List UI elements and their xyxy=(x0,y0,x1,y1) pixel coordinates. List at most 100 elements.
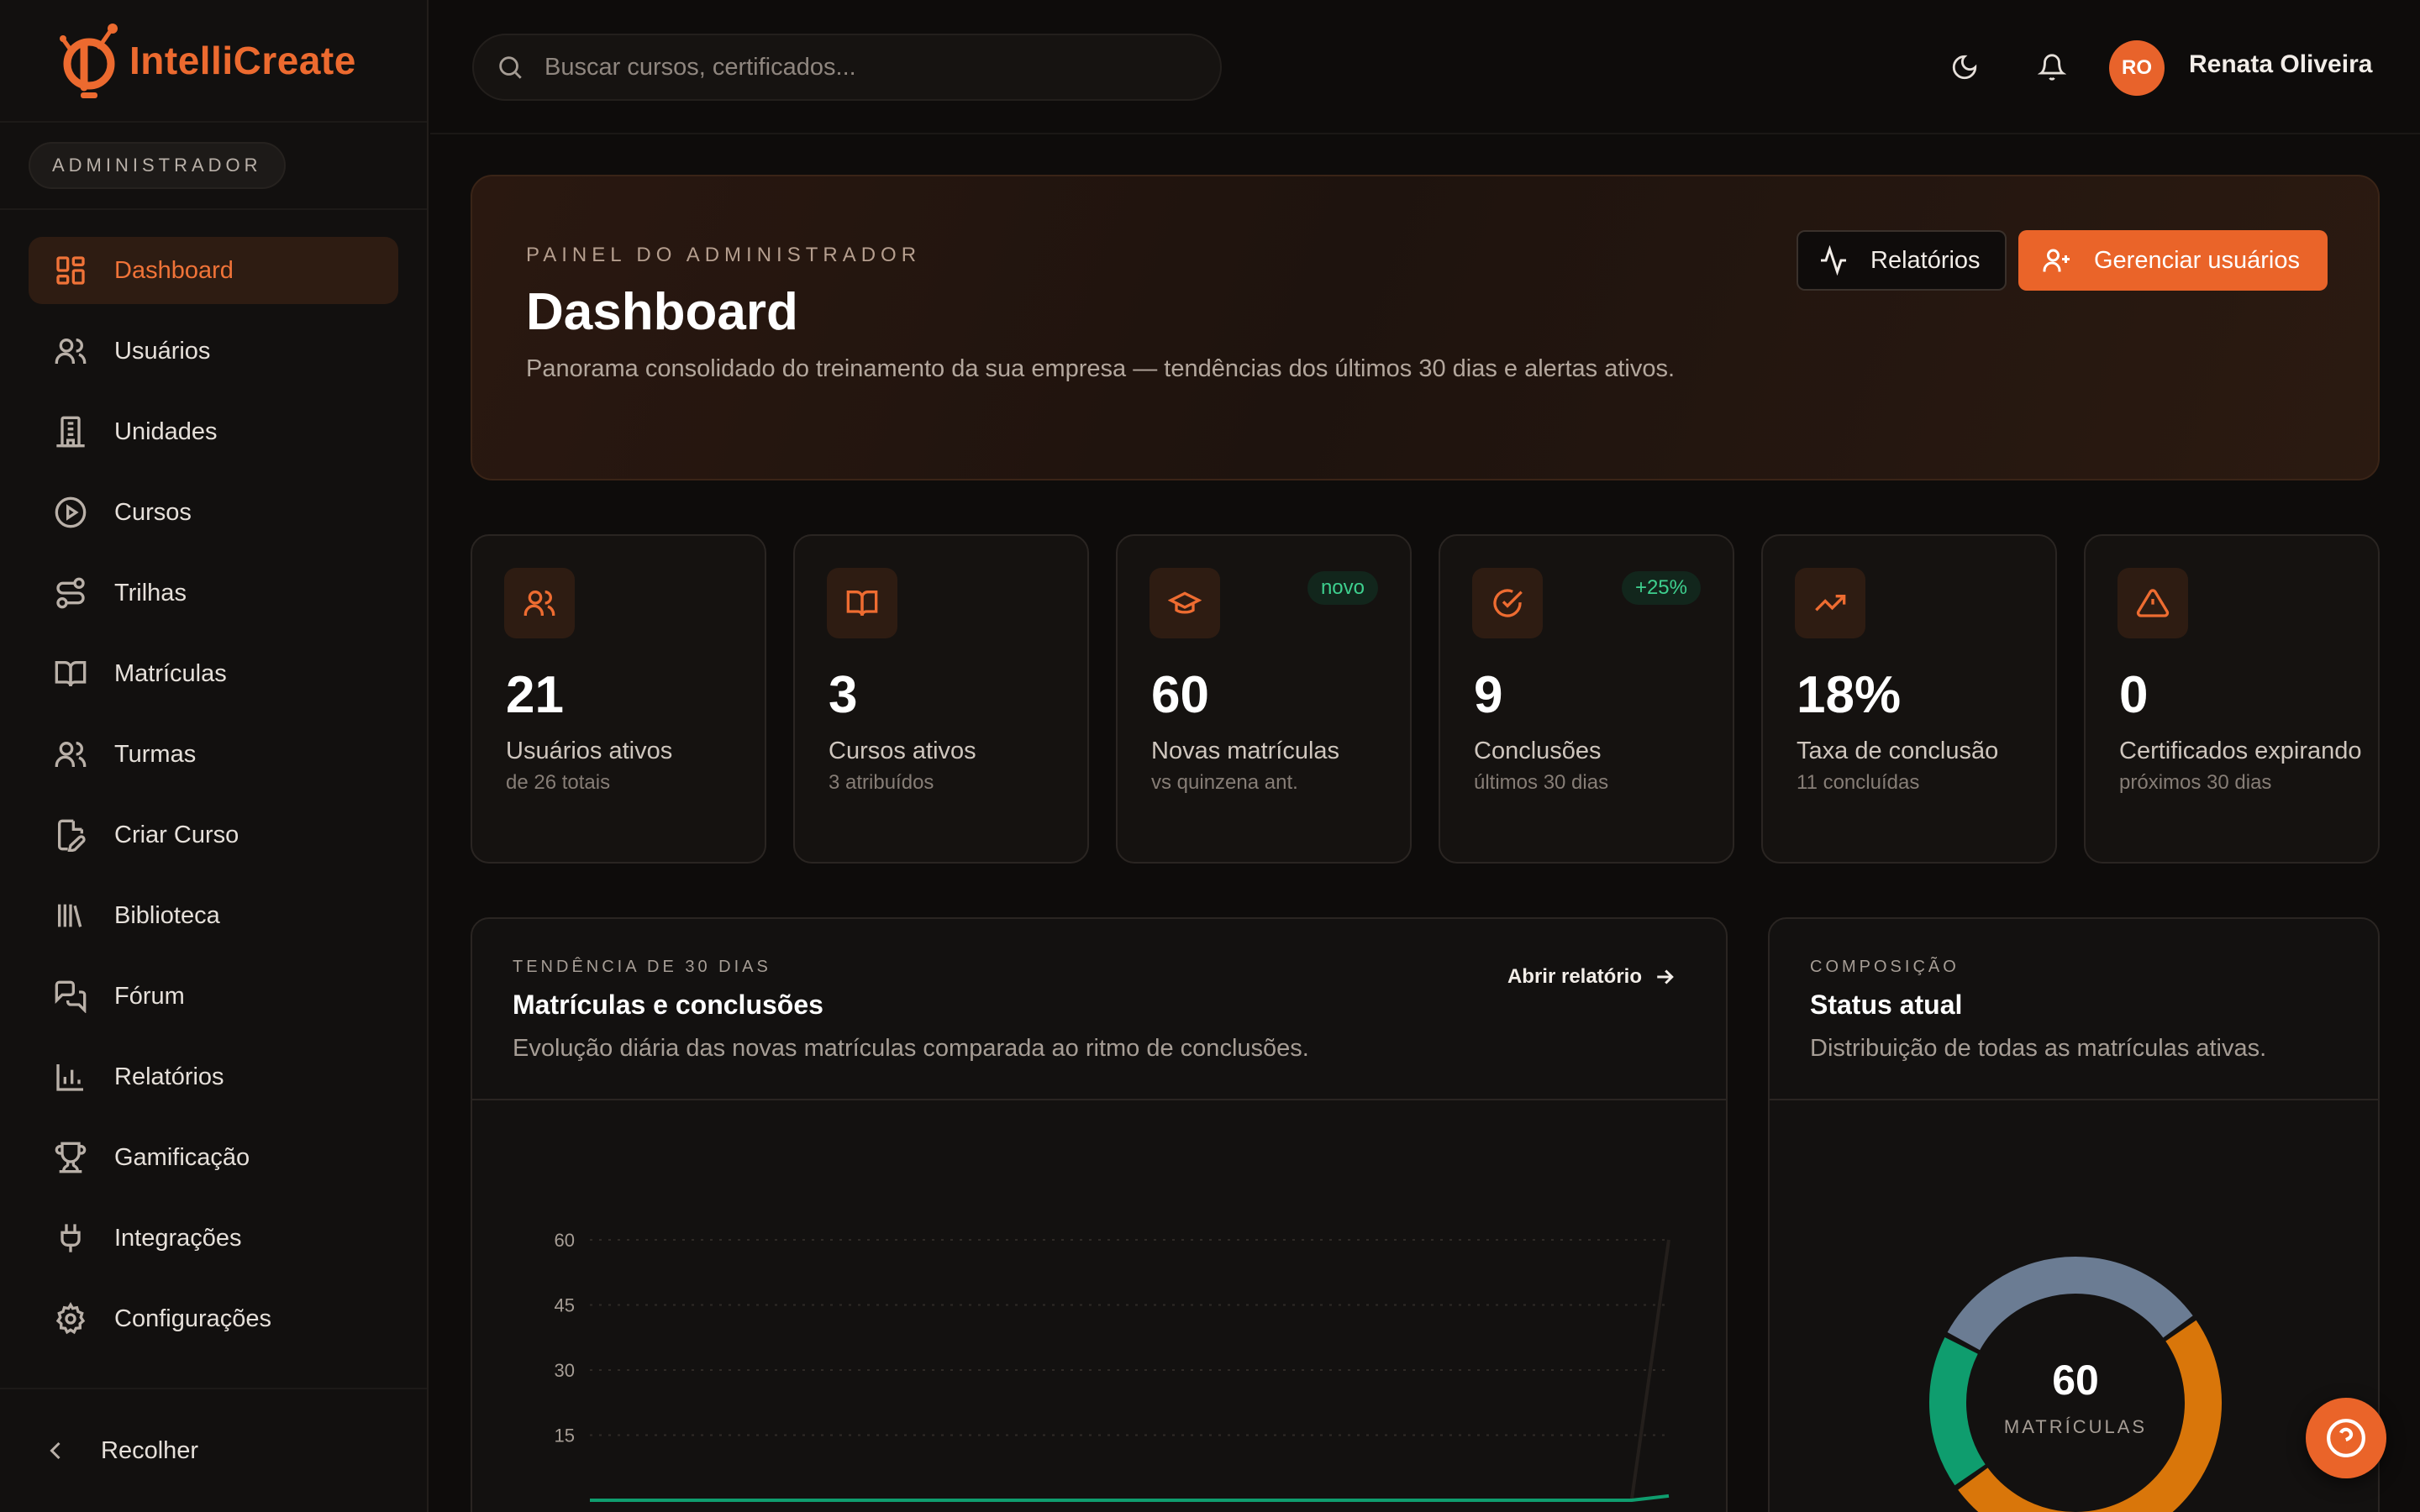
chevron-left-icon xyxy=(50,1441,60,1460)
open-report-label: Abrir relatório xyxy=(1507,965,1642,988)
stat-badge: novo xyxy=(1307,571,1378,605)
status-donut-chart: 60 MATRÍCULAS xyxy=(1929,1256,2222,1512)
plug-icon xyxy=(60,1224,81,1252)
trend-description: Evolução diária das novas matrículas com… xyxy=(513,1035,1309,1062)
y-tick-label: 45 xyxy=(555,1295,575,1316)
sidebar-item-integracoes[interactable]: Integrações xyxy=(29,1205,398,1272)
stat-card-conclusoes[interactable]: +25% 9 Conclusões últimos 30 dias xyxy=(1439,534,1734,864)
sidebar-item-forum[interactable]: Fórum xyxy=(29,963,398,1030)
check-circle-icon xyxy=(1493,589,1523,617)
open-report-link[interactable]: Abrir relatório xyxy=(1507,964,1677,990)
reports-button[interactable]: Relatórios xyxy=(1797,230,2007,291)
stat-label-block: Usuários ativos de 26 totais xyxy=(506,734,750,798)
library-icon xyxy=(58,904,82,927)
manage-users-button-label: Gerenciar usuários xyxy=(2094,246,2300,274)
sidebar-item-usuarios[interactable]: Usuários xyxy=(29,318,398,385)
graduation-cap-icon xyxy=(1168,591,1202,614)
stat-label: Usuários ativos xyxy=(506,738,673,764)
topbar: RO Renata Oliveira xyxy=(430,0,2420,134)
stat-icon-box xyxy=(1472,568,1543,638)
sidebar-item-trilhas[interactable]: Trilhas xyxy=(29,559,398,627)
search-box[interactable] xyxy=(472,34,1222,101)
stat-label-block: Taxa de conclusão 11 concluídas xyxy=(1797,734,2040,798)
stat-icon-box xyxy=(1150,568,1220,638)
stat-subtext: vs quinzena ant. xyxy=(1151,771,1298,794)
messages-icon xyxy=(55,980,87,1013)
stat-label: Novas matrículas xyxy=(1151,738,1340,764)
stat-icon-box xyxy=(2118,568,2188,638)
sidebar-item-unidades[interactable]: Unidades xyxy=(29,398,398,465)
y-tick-label: 60 xyxy=(555,1230,575,1251)
y-tick-label: 15 xyxy=(555,1425,575,1446)
role-section: ADMINISTRADOR xyxy=(0,123,427,210)
stat-card-usuarios[interactable]: 21 Usuários ativos de 26 totais xyxy=(471,534,766,864)
stat-card-cursos[interactable]: 3 Cursos ativos 3 atribuídos xyxy=(793,534,1089,864)
trending-up-icon xyxy=(1815,595,1846,612)
brand[interactable]: IntelliCreate xyxy=(0,0,427,123)
user-plus-icon xyxy=(2043,249,2070,272)
sidebar-item-turmas[interactable]: Turmas xyxy=(29,721,398,788)
stat-label-block: Certificados expirando próximos 30 dias xyxy=(2119,734,2363,798)
stat-card-matriculas[interactable]: novo 60 Novas matrículas vs quinzena ant… xyxy=(1116,534,1412,864)
arrow-right-icon xyxy=(1657,969,1674,984)
avatar[interactable]: RO xyxy=(2109,40,2165,96)
stat-label: Certificados expirando xyxy=(2119,738,2362,764)
sidebar-item-label: Criar Curso xyxy=(114,821,239,848)
trend-line-chart: 15 30 45 60 xyxy=(555,1230,1670,1502)
hero-banner: PAINEL DO ADMINISTRADOR Dashboard Panora… xyxy=(471,175,2380,480)
help-circle-icon xyxy=(2327,1419,2365,1457)
stat-card-taxa[interactable]: 18% Taxa de conclusão 11 concluídas xyxy=(1761,534,2057,864)
page-title: Dashboard xyxy=(526,283,798,341)
users-icon xyxy=(55,339,87,364)
dashboard-icon xyxy=(56,256,85,285)
donut-center-label: MATRÍCULAS xyxy=(2004,1416,2147,1437)
sidebar-item-dashboard[interactable]: Dashboard xyxy=(29,237,398,304)
stat-icon-box xyxy=(504,568,575,638)
sidebar-item-configuracoes[interactable]: Configurações xyxy=(29,1285,398,1352)
notifications-button[interactable] xyxy=(2028,44,2075,91)
moon-icon xyxy=(1952,55,1977,80)
y-tick-label: 30 xyxy=(555,1360,575,1381)
sidebar-item-label: Biblioteca xyxy=(114,901,220,929)
trend-kicker: TENDÊNCIA DE 30 DIAS xyxy=(513,958,771,976)
donut-center-value: 60 xyxy=(2052,1357,2099,1404)
brand-logo-icon xyxy=(60,24,118,98)
stat-label: Taxa de conclusão xyxy=(1797,738,1999,764)
stat-card-certificados[interactable]: 0 Certificados expirando próximos 30 dia… xyxy=(2084,534,2380,864)
book-open-icon xyxy=(55,661,87,687)
role-badge: ADMINISTRADOR xyxy=(29,142,286,189)
status-panel: COMPOSIÇÃO Status atual Distribuição de … xyxy=(1768,917,2380,1512)
stat-label: Cursos ativos xyxy=(829,738,976,764)
trophy-icon xyxy=(55,1142,87,1173)
search-input[interactable] xyxy=(544,53,1183,81)
manage-users-button[interactable]: Gerenciar usuários xyxy=(2018,230,2328,291)
reports-button-label: Relatórios xyxy=(1870,246,1981,274)
status-kicker: COMPOSIÇÃO xyxy=(1810,958,1960,976)
sidebar-item-gamificacao[interactable]: Gamificação xyxy=(29,1124,398,1191)
stat-value: 60 xyxy=(1151,666,1209,724)
user-name[interactable]: Renata Oliveira xyxy=(2189,50,2372,79)
status-description: Distribuição de todas as matrículas ativ… xyxy=(1810,1035,2267,1062)
book-open-icon xyxy=(846,591,878,617)
sidebar-item-criar-curso[interactable]: Criar Curso xyxy=(29,801,398,869)
building-icon xyxy=(56,416,85,448)
file-edit-icon xyxy=(58,819,86,852)
help-button[interactable] xyxy=(2306,1398,2386,1478)
users-icon xyxy=(523,591,555,616)
sidebar-item-label: Integrações xyxy=(114,1224,242,1252)
stat-subtext: de 26 totais xyxy=(506,771,611,794)
sidebar-item-matriculas[interactable]: Matrículas xyxy=(29,640,398,707)
sidebar-item-label: Configurações xyxy=(114,1305,271,1332)
stat-label-block: Conclusões últimos 30 dias xyxy=(1474,734,1718,798)
theme-toggle-button[interactable] xyxy=(1941,44,1988,91)
sidebar-item-relatorios[interactable]: Relatórios xyxy=(29,1043,398,1110)
sidebar-item-biblioteca[interactable]: Biblioteca xyxy=(29,882,398,949)
status-panel-header: COMPOSIÇÃO Status atual Distribuição de … xyxy=(1770,919,2378,1100)
sidebar-item-label: Usuários xyxy=(114,337,211,365)
stat-subtext: 11 concluídas xyxy=(1797,771,1920,794)
stat-subtext: últimos 30 dias xyxy=(1474,771,1609,794)
trend-panel: TENDÊNCIA DE 30 DIAS Matrículas e conclu… xyxy=(471,917,1728,1512)
sidebar-item-label: Gamificação xyxy=(114,1143,250,1171)
collapse-sidebar-button[interactable]: Recolher xyxy=(0,1388,427,1512)
sidebar-item-cursos[interactable]: Cursos xyxy=(29,479,398,546)
